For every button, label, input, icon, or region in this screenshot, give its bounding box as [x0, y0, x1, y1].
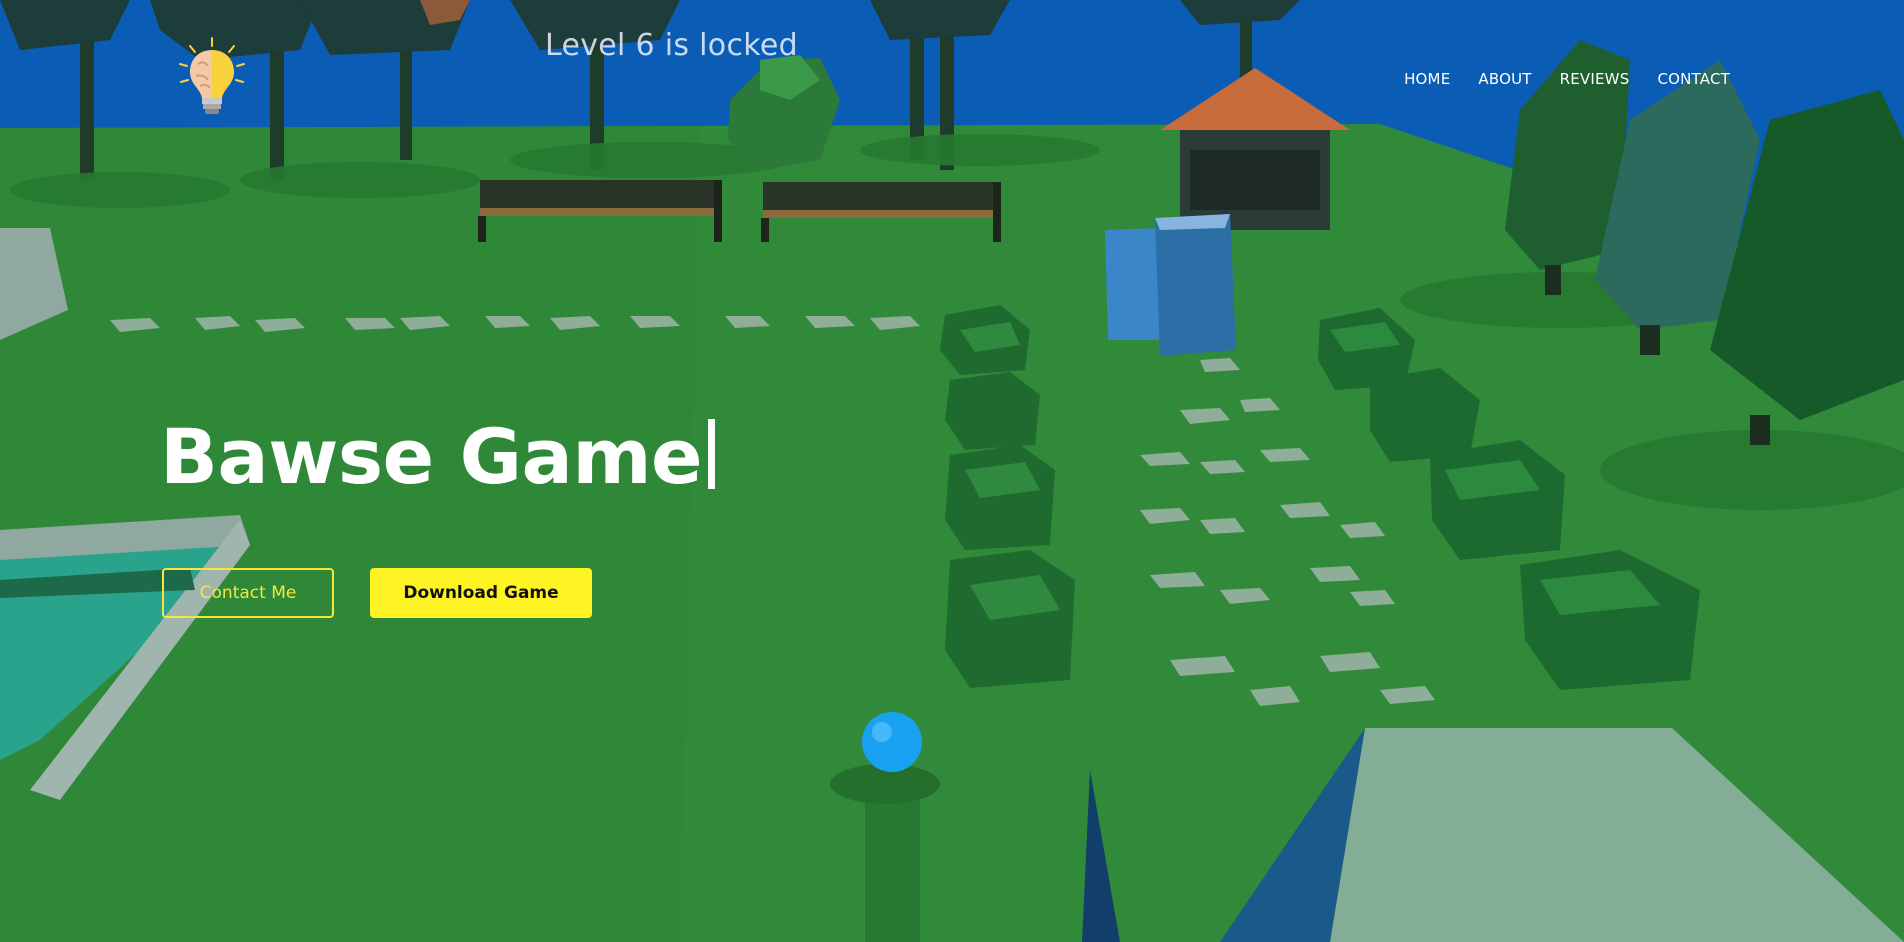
download-game-button[interactable]: Download Game	[370, 568, 592, 618]
lightbulb-brain-icon[interactable]	[176, 36, 248, 124]
hero-title: Bawse Game	[160, 412, 716, 501]
nav-contact[interactable]: CONTACT	[1657, 70, 1730, 88]
main-nav: HOME ABOUT REVIEWS CONTACT	[1404, 70, 1730, 88]
contact-me-button[interactable]: Contact Me	[162, 568, 334, 618]
typing-cursor	[708, 419, 716, 489]
player-ball	[862, 712, 922, 772]
level-status-text: Level 6 is locked	[545, 28, 798, 63]
nav-reviews[interactable]: REVIEWS	[1560, 70, 1630, 88]
hero-title-text: Bawse Game	[160, 412, 703, 501]
nav-home[interactable]: HOME	[1404, 70, 1450, 88]
nav-about[interactable]: ABOUT	[1478, 70, 1531, 88]
